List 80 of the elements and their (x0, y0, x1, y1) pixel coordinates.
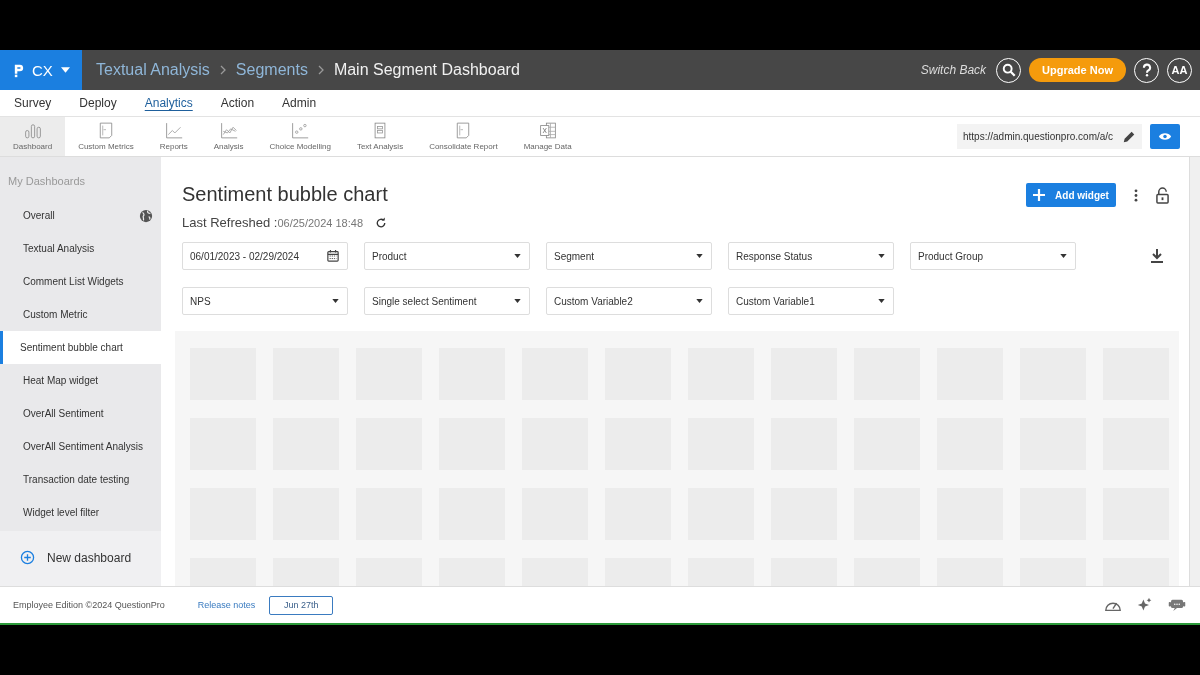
sidebar-item[interactable]: OverAll Sentiment Analysis (0, 430, 161, 463)
filter-dropdown[interactable]: Product (364, 242, 530, 270)
scatter-chart-icon (291, 122, 310, 139)
caret-icon (878, 299, 885, 303)
release-notes-link[interactable]: Release notes (197, 600, 256, 610)
filter-dropdown[interactable]: Custom Variable2 (546, 287, 712, 315)
line-chart-icon (219, 122, 238, 139)
toolbar-tab[interactable]: Manage Data (510, 117, 585, 156)
filter-dropdown[interactable]: Product Group (910, 242, 1076, 270)
breadcrumb[interactable]: Textual Analysis (96, 61, 210, 79)
spreadsheet-icon (538, 122, 557, 139)
sidebar-item[interactable]: Widget level filter (0, 496, 161, 529)
caret-icon (514, 299, 521, 303)
last-refreshed-label: Last Refreshed : (182, 215, 278, 230)
toolbar-tab[interactable]: Custom Metrics (65, 117, 147, 156)
sidebar-item[interactable]: Heat Map widget (0, 364, 161, 397)
caret-icon (878, 254, 885, 258)
edit-icon[interactable] (1122, 129, 1136, 144)
switch-back-link[interactable]: Switch Back (920, 63, 987, 77)
caret-icon (60, 67, 70, 73)
breadcrumb[interactable]: Segments (235, 61, 308, 79)
nav-tab[interactable]: Action (220, 96, 255, 110)
caret-icon (1060, 254, 1067, 258)
toolbar-tab[interactable]: Text Analysis (343, 117, 417, 156)
sidebar-item[interactable]: OverAll Sentiment (0, 397, 161, 430)
unlocked-padlock-icon[interactable] (1156, 186, 1169, 204)
copyright-text: Employee Edition ©2024 QuestionPro (13, 600, 165, 610)
plus-icon (1033, 189, 1046, 201)
eye-icon (1158, 132, 1172, 141)
toolbar-tab[interactable]: Consolidate Report (416, 117, 511, 156)
line-chart-icon (164, 122, 183, 139)
chevron-icon (219, 65, 226, 75)
product-name[interactable]: CX (32, 61, 53, 79)
search-icon (1001, 63, 1016, 77)
notebook-icon (371, 122, 389, 139)
filter-dropdown[interactable]: Custom Variable1 (728, 287, 894, 315)
toolbar-tab[interactable]: Analysis (200, 117, 257, 156)
bar-chart-icon (23, 122, 42, 139)
chevron-icon (317, 65, 324, 75)
dashboard-title: Sentiment bubble chart (182, 183, 388, 206)
nav-tab[interactable]: Admin (282, 96, 317, 110)
add-widget-button[interactable]: Add widget (1026, 183, 1116, 207)
toolbar-tab[interactable]: Choice Modelling (256, 117, 344, 156)
caret-icon (696, 299, 703, 303)
refresh-icon[interactable] (375, 216, 388, 229)
last-refreshed-time: 06/25/2024 18:48 (277, 216, 364, 229)
new-dashboard-button[interactable]: New dashboard (0, 531, 161, 584)
logo-icon (14, 62, 24, 78)
plus-circle-icon (20, 550, 35, 565)
sparkle-icon[interactable] (1136, 597, 1154, 613)
breadcrumb: Main Segment Dashboard (333, 61, 520, 79)
toolbar-tab[interactable]: Dashboard (0, 117, 66, 156)
caret-icon (514, 254, 521, 258)
preview-button[interactable] (1150, 124, 1180, 149)
scrollbar[interactable] (1189, 157, 1200, 586)
filter-dropdown[interactable]: Response Status (728, 242, 894, 270)
sidebar-item[interactable]: Overall (0, 199, 161, 232)
nav-tab[interactable]: Deploy (79, 96, 117, 110)
filter-dropdown[interactable]: Segment (546, 242, 712, 270)
caret-icon (332, 299, 339, 303)
sidebar-item[interactable]: Custom Metric (0, 298, 161, 331)
chat-support-icon[interactable] (1168, 597, 1186, 613)
download-icon[interactable] (1151, 249, 1163, 263)
sidebar-item[interactable]: Transaction date testing (0, 463, 161, 496)
sidebar-item[interactable]: Sentiment bubble chart (0, 331, 161, 364)
date-range-field[interactable]: 06/01/2023 - 02/29/2024 (182, 242, 348, 270)
filter-dropdown[interactable]: NPS (182, 287, 348, 315)
calendar-icon (327, 250, 339, 262)
caret-icon (696, 254, 703, 258)
sidebar-item[interactable]: Comment List Widgets (0, 265, 161, 298)
nav-tab[interactable]: Analytics (144, 96, 193, 110)
product-switcher[interactable]: CX (0, 50, 82, 90)
toolbar-tab[interactable]: Reports (146, 117, 201, 156)
more-options-icon[interactable] (1134, 188, 1138, 202)
sidebar-heading: My Dashboards (7, 174, 87, 189)
nav-tab[interactable]: Survey (14, 96, 52, 110)
sidebar-item[interactable]: Textual Analysis (0, 232, 161, 265)
release-date-button[interactable]: Jun 27th (269, 595, 334, 615)
url-field[interactable]: https://admin.questionpro.com/a/c (957, 124, 1142, 149)
filter-dropdown[interactable]: Single select Sentiment (364, 287, 530, 315)
